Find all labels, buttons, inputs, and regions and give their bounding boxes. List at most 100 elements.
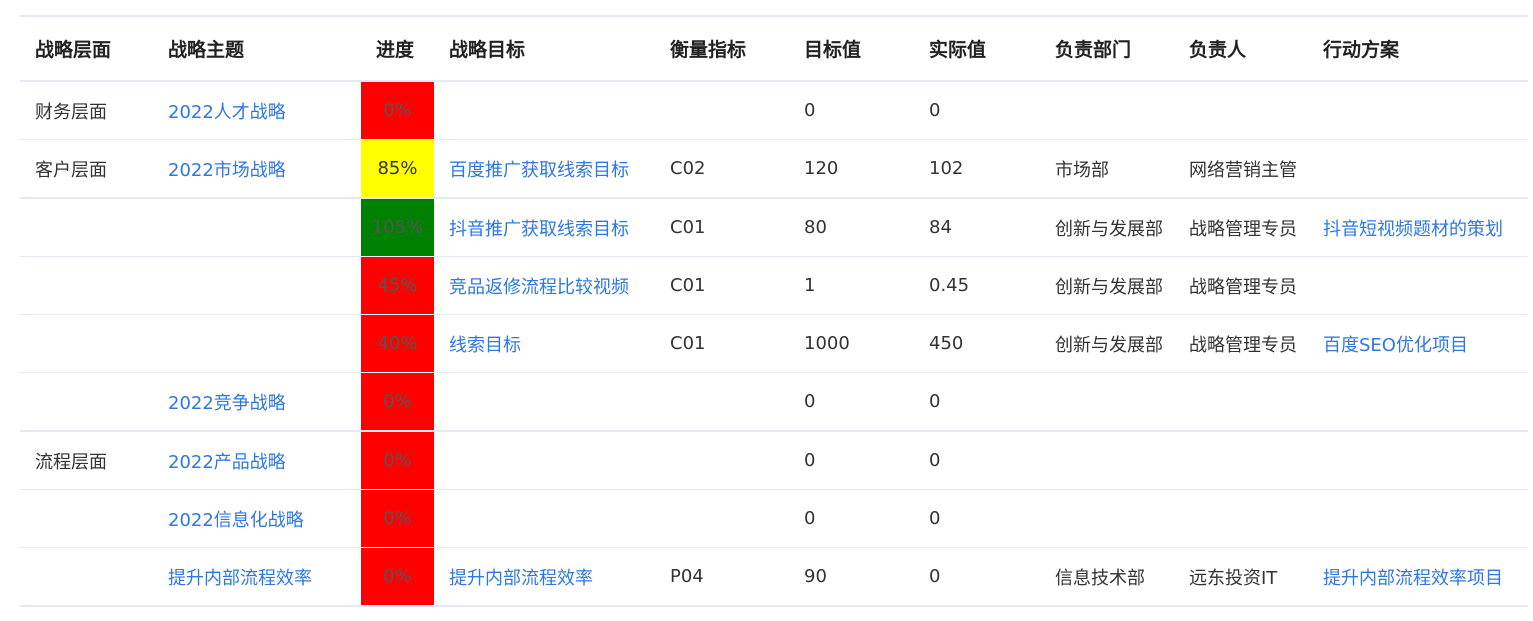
cell-target: 90 — [789, 547, 914, 607]
cell-owner — [1174, 489, 1308, 548]
cell-progress: 0% — [361, 489, 434, 548]
cell-actual: 0 — [914, 81, 1040, 140]
cell-actual: 0.45 — [914, 256, 1040, 315]
column-header-department[interactable]: 负责部门 — [1040, 15, 1174, 82]
cell-theme-link — [153, 256, 361, 315]
progress-value: 0% — [383, 100, 412, 121]
cell-goal-link[interactable]: 百度推广获取线索目标 — [434, 139, 655, 199]
cell-metric — [655, 431, 789, 490]
cell-level — [20, 198, 153, 257]
cell-theme-link — [153, 198, 361, 257]
table-row: 流程层面 2022产品战略 0% 0 0 — [20, 431, 1528, 490]
cell-owner: 战略管理专员 — [1174, 198, 1308, 257]
table-row: 2022信息化战略 0% 0 0 — [20, 489, 1528, 548]
cell-metric: P04 — [655, 547, 789, 607]
cell-metric — [655, 81, 789, 140]
progress-value: 85% — [377, 158, 418, 179]
cell-owner: 网络营销主管 — [1174, 139, 1308, 199]
table-row: 40% 线索目标 C01 1000 450 创新与发展部 战略管理专员 百度SEO优化项目 — [20, 314, 1528, 373]
cell-theme-link[interactable]: 2022市场战略 — [153, 139, 361, 199]
cell-owner: 战略管理专员 — [1174, 314, 1308, 373]
cell-department — [1040, 372, 1174, 432]
strategy-table-container: 战略层面 战略主题 进度 战略目标 衡量指标 目标值 实际值 负责部门 负责人 … — [20, 15, 1528, 607]
column-header-metric[interactable]: 衡量指标 — [655, 15, 789, 82]
cell-target: 120 — [789, 139, 914, 199]
cell-metric: C01 — [655, 314, 789, 373]
cell-action-link — [1308, 431, 1528, 490]
cell-metric — [655, 372, 789, 432]
column-header-level[interactable]: 战略层面 — [20, 15, 153, 82]
cell-department: 市场部 — [1040, 139, 1174, 199]
column-header-progress[interactable]: 进度 — [361, 15, 434, 82]
cell-department — [1040, 431, 1174, 490]
cell-theme-link[interactable]: 提升内部流程效率 — [153, 547, 361, 607]
cell-target: 1 — [789, 256, 914, 315]
cell-goal-link — [434, 372, 655, 432]
cell-goal-link[interactable]: 提升内部流程效率 — [434, 547, 655, 607]
cell-actual: 0 — [914, 547, 1040, 607]
cell-goal-link[interactable]: 抖音推广获取线索目标 — [434, 198, 655, 257]
column-header-target[interactable]: 目标值 — [789, 15, 914, 82]
cell-theme-link[interactable]: 2022人才战略 — [153, 81, 361, 140]
cell-target: 0 — [789, 489, 914, 548]
table-row: 45% 竞品返修流程比较视频 C01 1 0.45 创新与发展部 战略管理专员 — [20, 256, 1528, 315]
strategy-table: 战略层面 战略主题 进度 战略目标 衡量指标 目标值 实际值 负责部门 负责人 … — [20, 15, 1528, 607]
table-row: 提升内部流程效率 0% 提升内部流程效率 P04 90 0 信息技术部 远东投资IT 提升内部流… — [20, 547, 1528, 607]
cell-department — [1040, 489, 1174, 548]
progress-value: 0% — [383, 508, 412, 529]
cell-action-link[interactable]: 提升内部流程效率项目 — [1308, 547, 1528, 607]
cell-action-link — [1308, 81, 1528, 140]
cell-owner — [1174, 81, 1308, 140]
cell-department: 创新与发展部 — [1040, 314, 1174, 373]
cell-level — [20, 314, 153, 373]
cell-level — [20, 489, 153, 548]
column-header-theme[interactable]: 战略主题 — [153, 15, 361, 82]
cell-action-link — [1308, 372, 1528, 432]
cell-goal-link — [434, 489, 655, 548]
cell-level: 客户层面 — [20, 139, 153, 199]
cell-metric: C02 — [655, 139, 789, 199]
cell-goal-link — [434, 81, 655, 140]
cell-theme-link[interactable]: 2022竞争战略 — [153, 372, 361, 432]
column-header-goal[interactable]: 战略目标 — [434, 15, 655, 82]
cell-progress: 40% — [361, 314, 434, 373]
cell-department: 信息技术部 — [1040, 547, 1174, 607]
progress-value: 0% — [383, 566, 412, 587]
cell-progress: 85% — [361, 139, 434, 199]
cell-department: 创新与发展部 — [1040, 256, 1174, 315]
cell-goal-link — [434, 431, 655, 490]
cell-goal-link[interactable]: 线索目标 — [434, 314, 655, 373]
column-header-owner[interactable]: 负责人 — [1174, 15, 1308, 82]
cell-actual: 0 — [914, 431, 1040, 490]
cell-owner — [1174, 372, 1308, 432]
cell-progress: 105% — [361, 198, 434, 257]
cell-level: 流程层面 — [20, 431, 153, 490]
column-header-action[interactable]: 行动方案 — [1308, 15, 1528, 82]
table-row: 105% 抖音推广获取线索目标 C01 80 84 创新与发展部 战略管理专员 抖音短视频题材… — [20, 198, 1528, 257]
cell-actual: 450 — [914, 314, 1040, 373]
cell-theme-link[interactable]: 2022产品战略 — [153, 431, 361, 490]
cell-department: 创新与发展部 — [1040, 198, 1174, 257]
progress-value: 40% — [377, 333, 418, 354]
cell-actual: 102 — [914, 139, 1040, 199]
progress-value: 105% — [371, 217, 424, 238]
cell-action-link — [1308, 256, 1528, 315]
cell-action-link[interactable]: 百度SEO优化项目 — [1308, 314, 1528, 373]
cell-action-link — [1308, 489, 1528, 548]
cell-owner: 远东投资IT — [1174, 547, 1308, 607]
column-header-actual[interactable]: 实际值 — [914, 15, 1040, 82]
cell-theme-link[interactable]: 2022信息化战略 — [153, 489, 361, 548]
cell-owner — [1174, 431, 1308, 490]
cell-owner: 战略管理专员 — [1174, 256, 1308, 315]
progress-value: 0% — [383, 450, 412, 471]
cell-metric: C01 — [655, 198, 789, 257]
cell-level — [20, 372, 153, 432]
table-row: 2022竞争战略 0% 0 0 — [20, 372, 1528, 432]
cell-level — [20, 256, 153, 315]
cell-target: 1000 — [789, 314, 914, 373]
cell-progress: 0% — [361, 431, 434, 490]
cell-action-link[interactable]: 抖音短视频题材的策划 — [1308, 198, 1528, 257]
cell-goal-link[interactable]: 竞品返修流程比较视频 — [434, 256, 655, 315]
cell-progress: 0% — [361, 81, 434, 140]
cell-actual: 0 — [914, 489, 1040, 548]
